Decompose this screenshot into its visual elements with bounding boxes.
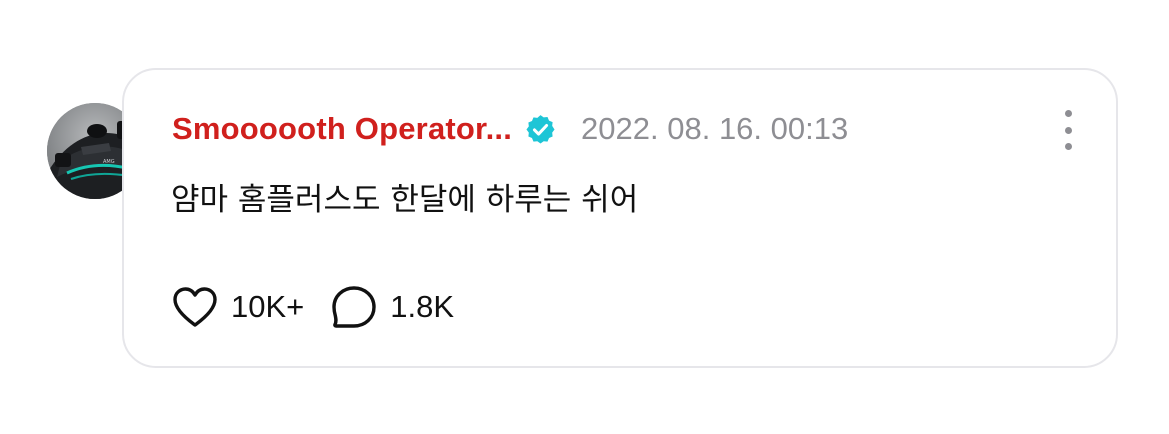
- svg-text:AMG: AMG: [103, 159, 115, 165]
- heart-outline-icon: [172, 286, 218, 328]
- reply-count: 1.8K: [390, 289, 455, 324]
- author-name[interactable]: Smoooooth Operator...: [172, 111, 512, 147]
- more-dot: [1064, 110, 1072, 117]
- comment-screen: AMG Smoooooth Operator... 2022. 08. 16. …: [0, 0, 1169, 434]
- comment-text: 얌마 홈플러스도 한달에 하루는 쉬어: [171, 182, 639, 218]
- comment-timestamp: 2022. 08. 16. 00:13: [581, 111, 849, 146]
- comment-actions: 10K+ 1.8K: [172, 284, 454, 330]
- like-button[interactable]: 10K+: [172, 286, 304, 328]
- more-dot: [1064, 143, 1072, 150]
- comment-header: Smoooooth Operator... 2022. 08. 16. 00:1…: [172, 108, 1076, 150]
- verified-badge-icon: [524, 113, 557, 146]
- more-dot: [1064, 126, 1072, 134]
- like-count: 10K+: [231, 289, 305, 324]
- comment-card: Smoooooth Operator... 2022. 08. 16. 00:1…: [122, 68, 1118, 368]
- speech-bubble-icon: [331, 285, 377, 329]
- reply-button[interactable]: 1.8K: [331, 285, 454, 329]
- more-vertical-icon[interactable]: [1060, 110, 1076, 150]
